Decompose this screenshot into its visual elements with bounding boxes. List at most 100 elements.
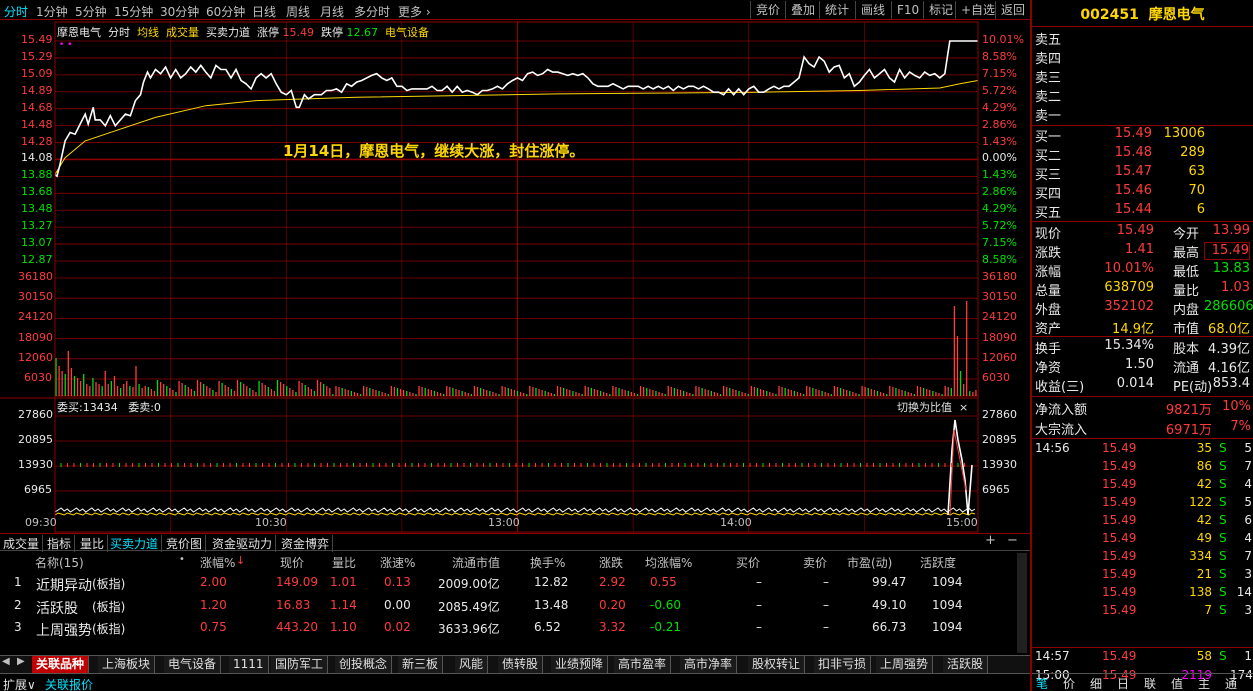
col-header-0[interactable]: 名称(15) — [35, 554, 84, 571]
avg-line-label: 均线 — [137, 26, 159, 39]
bottom-tab-8[interactable]: 债转股 — [498, 656, 544, 673]
bottom-tab-9[interactable]: 业绩预降 — [551, 656, 609, 673]
bottom-tab-2[interactable]: 电气设备 — [164, 656, 222, 673]
tab-0[interactable]: 成交量 — [3, 535, 44, 552]
buy-level-label: 买四 — [1035, 187, 1062, 202]
period-7[interactable]: 周线 — [286, 3, 310, 20]
col-header-8[interactable]: 均涨幅% — [645, 554, 692, 571]
toolbar-button-0[interactable]: 竞价 — [750, 1, 785, 19]
panel-tab-2[interactable]: 细 — [1090, 675, 1102, 691]
col-header-4[interactable]: 涨速% — [380, 554, 415, 571]
buy-volume: 6 — [1196, 202, 1205, 217]
quote-label-2: 内盘 — [1173, 303, 1200, 318]
period-1[interactable]: 1分钟 — [36, 3, 68, 20]
bottom-tab-13[interactable]: 扣非亏损 — [814, 656, 872, 673]
bottom-tab-7[interactable]: 风能 — [455, 656, 489, 673]
table-row[interactable]: 1 近期异动 (板指) 2.00 149.09 1.01 0.13 2009.00亿 12.82… — [0, 572, 1015, 594]
tick-count: 4 — [1244, 531, 1252, 545]
toolbar-button-6[interactable]: +自选 — [955, 1, 1000, 19]
period-3[interactable]: 15分钟 — [114, 3, 153, 20]
period-10[interactable]: 更多 › — [398, 3, 431, 20]
table-row[interactable]: 2 活跃股 (板指) 1.20 16.83 1.14 0.00 2085.49亿 13.48 0.… — [0, 595, 1015, 617]
col-header-9[interactable]: 买价 — [736, 554, 760, 571]
bottom-tab-5[interactable]: 创投概念 — [335, 656, 393, 673]
bottom-tab-0[interactable]: 关联品种 — [32, 656, 90, 673]
tab-6[interactable]: 资金博弈 — [281, 535, 334, 552]
tick-volume: 21 — [1196, 567, 1212, 581]
period-2[interactable]: 5分钟 — [75, 3, 107, 20]
col-header-10[interactable]: 卖价 — [803, 554, 827, 571]
fundamental-label: 净资 — [1035, 361, 1062, 376]
table-scrollbar[interactable] — [1017, 553, 1027, 653]
col-header-7[interactable]: 涨跌 — [599, 554, 623, 571]
add-icon[interactable]: + — [985, 533, 996, 548]
panel-tab-7[interactable]: 通 — [1225, 675, 1237, 691]
tick-side: S — [1219, 531, 1227, 545]
period-9[interactable]: 多分时 — [354, 3, 390, 20]
quote-value: 14.9亿 — [1112, 322, 1154, 337]
weimai-label: 委买:13434 — [57, 401, 118, 414]
quote-label: 外盘 — [1035, 303, 1062, 318]
expand-button[interactable]: 扩展∨ — [3, 676, 36, 691]
bottom-tab-11[interactable]: 高市净率 — [680, 656, 738, 673]
toolbar-button-7[interactable]: 返回 — [995, 1, 1030, 19]
quote-label-2: 最低 — [1173, 265, 1200, 280]
panel-tab-6[interactable]: 主 — [1198, 675, 1210, 691]
tab-1[interactable]: 指标 — [47, 535, 76, 552]
row-activity: 1094 — [932, 575, 963, 589]
bottom-tab-10[interactable]: 高市盈率 — [614, 656, 672, 673]
panel-tab-1[interactable]: 价 — [1063, 675, 1075, 691]
toolbar-button-1[interactable]: 叠加 — [785, 1, 820, 19]
panel-tab-0[interactable]: 笔 — [1036, 675, 1048, 691]
bottom-tab-4[interactable]: 国防军工 — [271, 656, 329, 673]
buy-price: 15.46 — [1114, 183, 1152, 198]
row-buy: – — [756, 575, 762, 589]
collapse-icon[interactable]: − — [1007, 533, 1018, 548]
row-volume-ratio: 1.10 — [330, 620, 357, 634]
tab-3[interactable]: 买卖力道 — [110, 535, 163, 552]
bottom-tab-12[interactable]: 股权转让 — [748, 656, 806, 673]
bottom-tab-15[interactable]: 活跃股 — [943, 656, 989, 673]
bottom-tab-14[interactable]: 上周强势 — [876, 656, 934, 673]
tick-price: 15.49 — [1102, 549, 1137, 563]
period-6[interactable]: 日线 — [252, 3, 276, 20]
power-header: 委买:13434 委卖:0 — [57, 399, 161, 415]
fundamental-label: 收益(三) — [1035, 380, 1085, 395]
tab-scroll-right-icon[interactable]: ▶ — [17, 656, 25, 667]
related-quote-button[interactable]: 关联报价 — [45, 676, 93, 691]
toolbar-button-4[interactable]: F10 — [891, 1, 924, 19]
bottom-tab-1[interactable]: 上海板块 — [98, 656, 156, 673]
toolbar-button-3[interactable]: 画线 — [855, 1, 890, 19]
tick-side: S — [1219, 585, 1227, 599]
panel-tab-3[interactable]: 日 — [1117, 675, 1129, 691]
table-row[interactable]: 3 上周强势 (板指) 0.75 443.20 1.10 0.02 3633.96亿 6.52 3… — [0, 617, 1015, 639]
col-header-5[interactable]: 流通市值 — [452, 554, 500, 571]
period-0[interactable]: 分时 — [4, 3, 28, 20]
col-header-1[interactable]: 涨幅% — [200, 554, 235, 571]
toolbar-button-2[interactable]: 统计 — [819, 1, 854, 19]
row-sell: – — [823, 620, 829, 634]
col-header-11[interactable]: 市盈(动) — [847, 554, 892, 571]
bottom-tab-3[interactable]: 1111 — [229, 656, 269, 673]
switch-ratio-button[interactable]: 切换为比值 × — [897, 399, 968, 415]
period-5[interactable]: 60分钟 — [206, 3, 245, 20]
panel-tab-5[interactable]: 值 — [1171, 675, 1183, 691]
tab-4[interactable]: 竞价图 — [166, 535, 207, 552]
col-header-6[interactable]: 换手% — [530, 554, 565, 571]
row-price: 149.09 — [276, 575, 318, 589]
close-icon[interactable]: × — [959, 401, 968, 414]
tab-5[interactable]: 资金驱动力 — [212, 535, 277, 552]
period-8[interactable]: 月线 — [320, 3, 344, 20]
tab-2[interactable]: 量比 — [80, 535, 109, 552]
toolbar-button-5[interactable]: 标记 — [923, 1, 958, 19]
buy-volume: 70 — [1188, 183, 1205, 198]
col-header-2[interactable]: 现价 — [280, 554, 304, 571]
period-4[interactable]: 30分钟 — [160, 3, 199, 20]
col-header-12[interactable]: 活跃度 — [920, 554, 956, 571]
power-label: 买卖力道 — [206, 26, 250, 39]
col-header-3[interactable]: 量比 — [332, 554, 356, 571]
panel-tab-4[interactable]: 联 — [1144, 675, 1156, 691]
tick-price: 15.49 — [1102, 603, 1137, 617]
tab-scroll-left-icon[interactable]: ◀ — [2, 656, 10, 667]
bottom-tab-6[interactable]: 新三板 — [398, 656, 444, 673]
